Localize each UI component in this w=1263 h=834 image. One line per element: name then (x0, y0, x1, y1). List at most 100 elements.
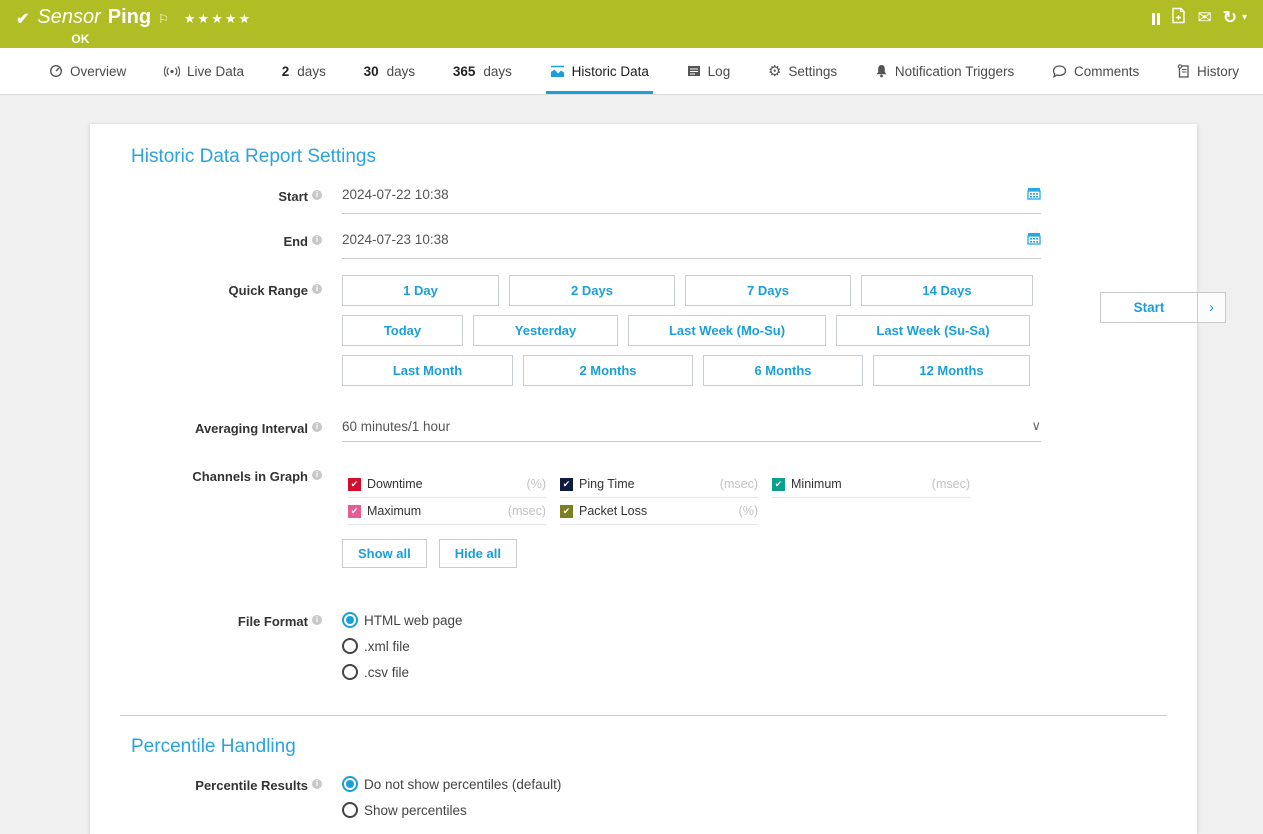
tab-overview[interactable]: Overview (45, 48, 130, 94)
radio-show-percentiles[interactable]: Show percentiles (342, 802, 1041, 818)
checkbox-icon: ✔ (560, 478, 573, 491)
quick-range-12-months-button[interactable]: 12 Months (873, 355, 1030, 386)
info-icon[interactable]: i (312, 470, 322, 480)
radio-icon (342, 776, 358, 792)
percentile-results-label: Percentile Results (195, 778, 308, 793)
radio-xml-file[interactable]: .xml file (342, 638, 1041, 654)
quick-range-2-months-button[interactable]: 2 Months (523, 355, 693, 386)
tab-settings[interactable]: ⚙ Settings (764, 48, 841, 94)
end-row: End i 2024-07-23 10:38 (90, 232, 1197, 259)
start-label: Start (278, 189, 308, 204)
quick-range-2-days-button[interactable]: 2 Days (509, 275, 675, 306)
quick-range-row: Quick Range i 1 Day 2 Days 7 Days 14 Day… (90, 275, 1197, 386)
checkbox-icon: ✔ (348, 505, 361, 518)
quick-range-7-days-button[interactable]: 7 Days (685, 275, 851, 306)
radio-icon (342, 638, 358, 654)
tab-notification-triggers[interactable]: Notification Triggers (871, 48, 1018, 94)
page-title-sensor-name: Ping (108, 6, 151, 29)
pause-icon[interactable] (1152, 13, 1160, 25)
show-all-button[interactable]: Show all (342, 539, 427, 568)
section-title-historic: Historic Data Report Settings (131, 146, 1197, 168)
channels-row: Channels in Graph i ✔ Downtime (%) ✔ Pin… (90, 467, 1197, 568)
sensor-header: ✔ Sensor Ping ⚐ ★★★★★ OK ✉ ↻ ▾ (0, 0, 1263, 48)
radio-icon (342, 664, 358, 680)
channel-checkbox-maximum[interactable]: ✔ Maximum (msec) (348, 502, 546, 525)
tab-2-days[interactable]: 2days (278, 48, 330, 94)
info-icon[interactable]: i (312, 190, 322, 200)
quick-range-last-week-mo-su-button[interactable]: Last Week (Mo-Su) (628, 315, 826, 346)
log-list-icon (687, 65, 701, 77)
file-format-row: File Format i HTML web page .xml file .c… (90, 612, 1197, 690)
refresh-icon[interactable]: ↻ (1223, 10, 1237, 26)
checkbox-icon: ✔ (348, 478, 361, 491)
end-date-input[interactable]: 2024-07-23 10:38 (342, 232, 1041, 259)
end-label: End (283, 234, 308, 249)
averaging-interval-select[interactable]: 60 minutes/1 hour ∨ (342, 419, 1041, 442)
mail-icon[interactable]: ✉ (1197, 10, 1211, 26)
radio-csv-file[interactable]: .csv file (342, 664, 1041, 680)
channel-checkbox-downtime[interactable]: ✔ Downtime (%) (348, 475, 546, 498)
gear-icon: ⚙ (768, 62, 781, 80)
live-signal-icon (164, 65, 180, 78)
chevron-right-icon[interactable]: › (1198, 292, 1226, 323)
averaging-interval-row: Averaging Interval i 60 minutes/1 hour ∨ (90, 419, 1197, 442)
channel-checkbox-minimum[interactable]: ✔ Minimum (msec) (772, 475, 970, 498)
tab-live-data[interactable]: Live Data (160, 48, 248, 94)
priority-stars[interactable]: ★★★★★ (184, 11, 252, 27)
quick-range-1-day-button[interactable]: 1 Day (342, 275, 499, 306)
info-icon[interactable]: i (312, 779, 322, 789)
chevron-down-icon: ∨ (1031, 419, 1041, 432)
radio-do-not-show-percentiles[interactable]: Do not show percentiles (default) (342, 776, 1041, 792)
tab-365-days[interactable]: 365days (449, 48, 516, 94)
percentile-results-row: Percentile Results i Do not show percent… (90, 776, 1197, 828)
area-chart-icon (550, 65, 565, 78)
radio-html-web-page[interactable]: HTML web page (342, 612, 1041, 628)
radio-icon (342, 612, 358, 628)
tab-log[interactable]: Log (683, 48, 735, 94)
quick-range-14-days-button[interactable]: 14 Days (861, 275, 1033, 306)
chevron-down-icon[interactable]: ▾ (1242, 10, 1247, 26)
tab-comments[interactable]: Comments (1048, 48, 1143, 94)
quick-range-6-months-button[interactable]: 6 Months (703, 355, 863, 386)
status-ok-icon: ✔ (16, 9, 29, 29)
info-icon[interactable]: i (312, 235, 322, 245)
checkbox-icon: ✔ (772, 478, 785, 491)
status-badge: OK (71, 32, 252, 46)
quick-range-today-button[interactable]: Today (342, 315, 463, 346)
start-date-input[interactable]: 2024-07-22 10:38 (342, 187, 1041, 214)
page-title-type: Sensor (37, 6, 100, 29)
flag-icon[interactable]: ⚐ (158, 12, 169, 26)
file-format-label: File Format (238, 614, 308, 629)
start-row: Start i 2024-07-22 10:38 (90, 187, 1197, 214)
checkbox-icon: ✔ (560, 505, 573, 518)
tab-30-days[interactable]: 30days (360, 48, 420, 94)
channels-label: Channels in Graph (192, 469, 308, 484)
calendar-icon[interactable] (1027, 232, 1041, 251)
calendar-icon[interactable] (1027, 187, 1041, 206)
settings-card: Historic Data Report Settings Start i 20… (90, 124, 1197, 834)
history-note-icon (1177, 64, 1190, 78)
section-title-percentile: Percentile Handling (131, 736, 1197, 758)
hide-all-button[interactable]: Hide all (439, 539, 517, 568)
info-icon[interactable]: i (312, 422, 322, 432)
start-split-button: Start › (1100, 292, 1226, 323)
tab-historic-data[interactable]: Historic Data (546, 48, 653, 94)
gauge-icon (49, 64, 63, 78)
quick-range-last-month-button[interactable]: Last Month (342, 355, 513, 386)
info-icon[interactable]: i (312, 615, 322, 625)
section-divider (120, 715, 1167, 716)
averaging-interval-label: Averaging Interval (195, 421, 308, 436)
info-icon[interactable]: i (312, 284, 322, 294)
channel-checkbox-packet-loss[interactable]: ✔ Packet Loss (%) (560, 502, 758, 525)
quick-range-yesterday-button[interactable]: Yesterday (473, 315, 618, 346)
start-button[interactable]: Start (1100, 292, 1198, 323)
channel-checkbox-ping-time[interactable]: ✔ Ping Time (msec) (560, 475, 758, 498)
report-icon[interactable] (1171, 7, 1186, 28)
bell-icon (875, 64, 888, 78)
tab-history[interactable]: History (1173, 48, 1243, 94)
quick-range-label: Quick Range (229, 283, 308, 298)
radio-icon (342, 802, 358, 818)
quick-range-last-week-su-sa-button[interactable]: Last Week (Su-Sa) (836, 315, 1030, 346)
sensor-tabbar: Overview Live Data 2days 30days 365days … (0, 48, 1263, 95)
comment-bubble-icon (1052, 65, 1067, 78)
